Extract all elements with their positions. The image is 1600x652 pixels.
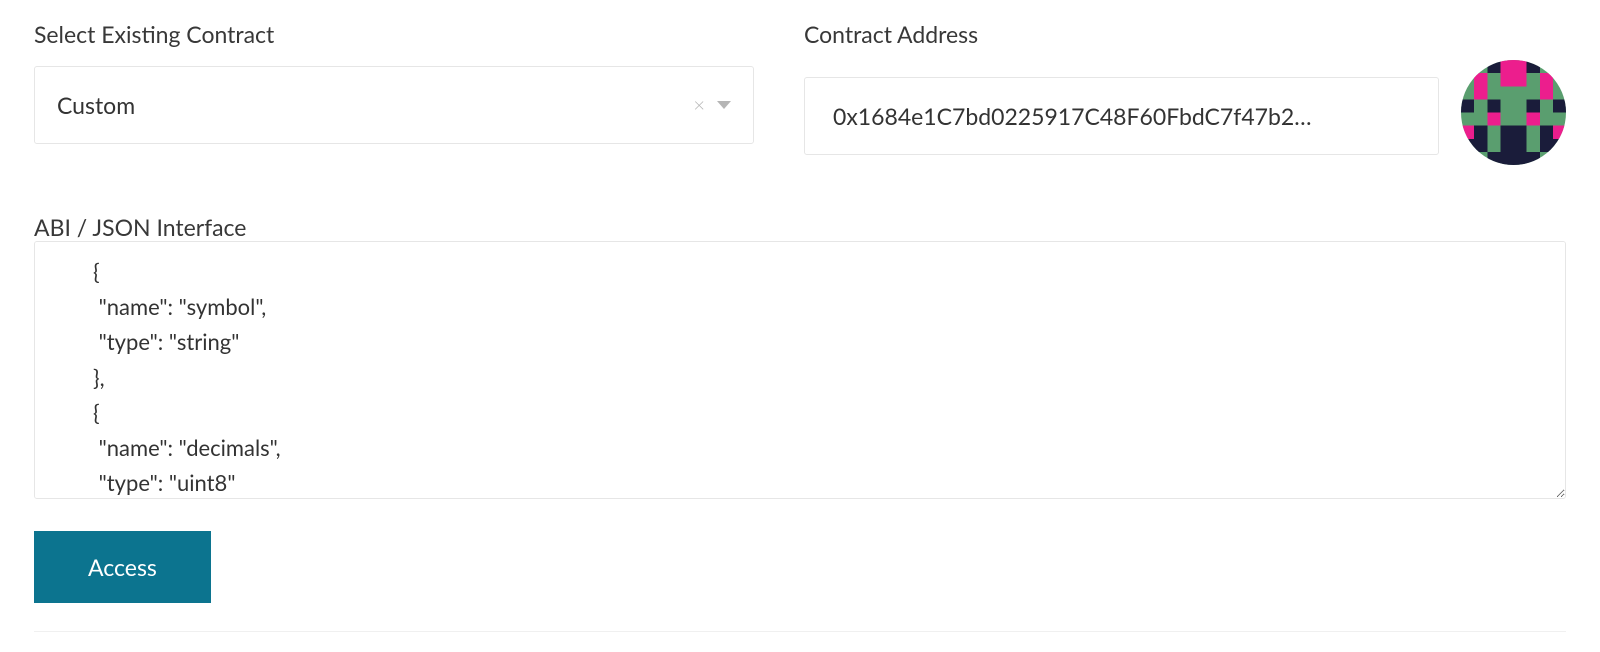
select-contract-value: Custom [57,91,693,119]
contract-address-group: Contract Address 0x1684e1C7bd0225917C48F… [804,20,1566,165]
clear-icon[interactable]: × [693,93,705,117]
abi-textarea[interactable] [34,241,1566,499]
abi-label: ABI / JSON Interface [34,213,246,241]
contract-address-label: Contract Address [804,20,1566,48]
access-button[interactable]: Access [34,531,211,603]
abi-section: ABI / JSON Interface [34,213,1566,503]
select-contract-label: Select Existing Contract [34,20,754,48]
select-contract-group: Select Existing Contract Custom × [34,20,754,144]
select-contract-dropdown[interactable]: Custom × [34,66,754,144]
divider [34,631,1566,632]
chevron-down-icon[interactable] [717,101,731,109]
contract-address-input[interactable]: 0x1684e1C7bd0225917C48F60FbdC7f47b2… [804,77,1439,155]
address-identicon [1461,60,1566,165]
